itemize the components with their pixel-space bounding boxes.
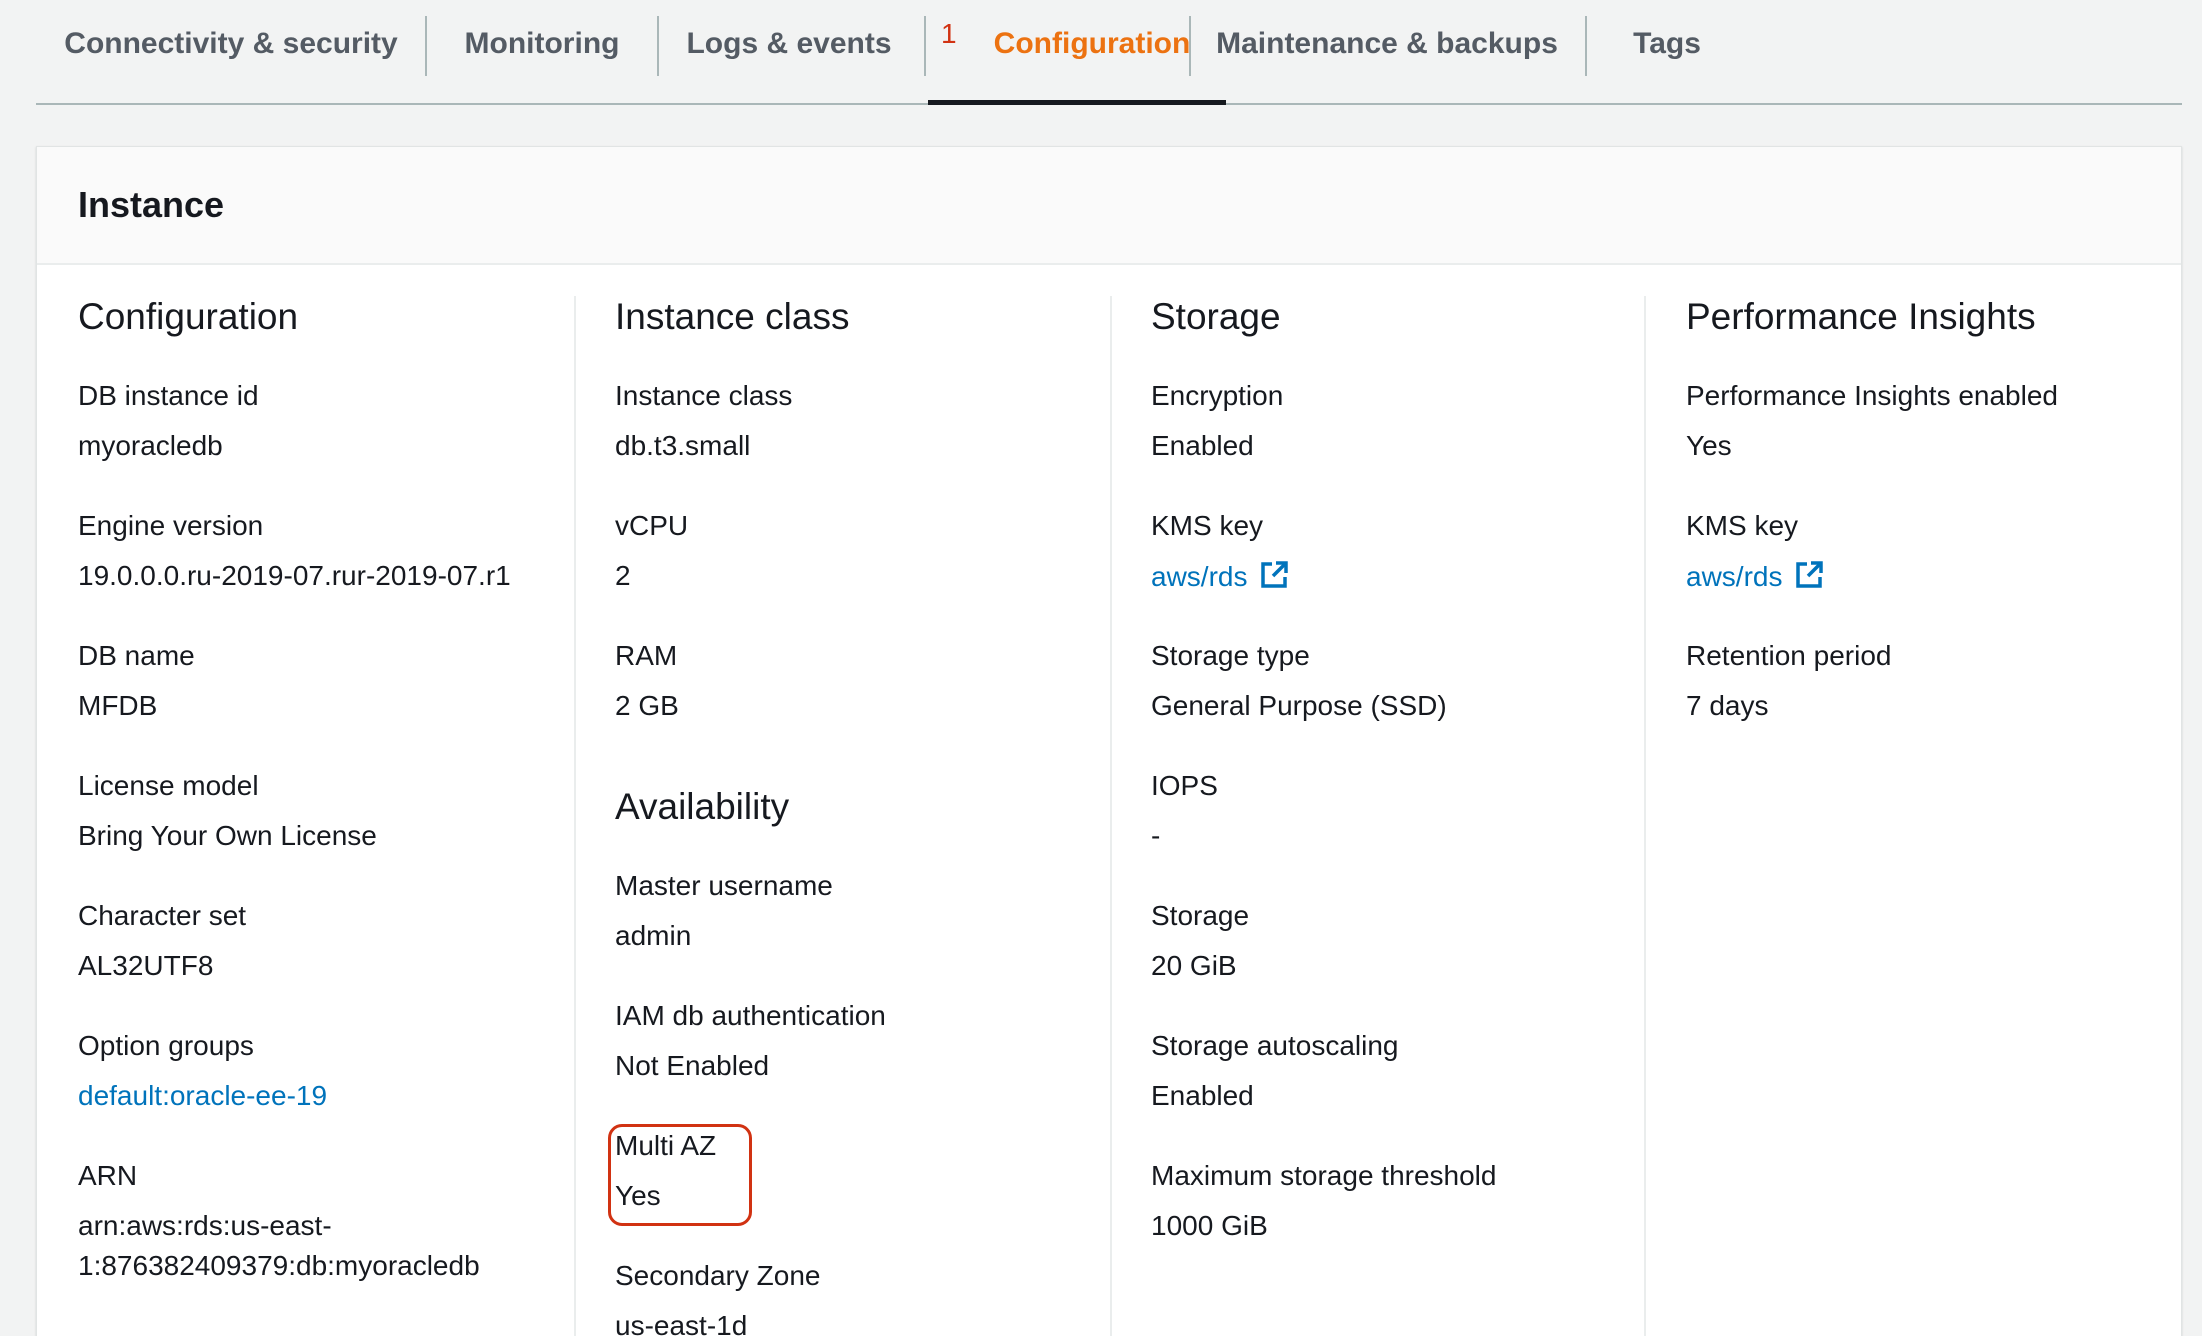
- iam-db-auth-label: IAM db authentication: [615, 1000, 886, 1031]
- character-set-value: AL32UTF8: [78, 950, 214, 981]
- storage-label: Storage: [1151, 900, 1250, 931]
- iam-db-auth-value: Not Enabled: [615, 1050, 770, 1081]
- instance-class-label: Instance class: [615, 380, 793, 411]
- storage-type-value: General Purpose (SSD): [1151, 690, 1447, 721]
- iops-value: -: [1151, 820, 1161, 851]
- tab-label: Monitoring: [464, 26, 620, 60]
- storage-type-label: Storage type: [1151, 640, 1310, 671]
- master-username-label: Master username: [615, 870, 833, 901]
- pi-enabled-label: Performance Insights enabled: [1686, 380, 2058, 411]
- tab-label: Maintenance & backups: [1216, 26, 1558, 60]
- arn-label: ARN: [78, 1160, 138, 1191]
- section-heading-instance-class: Instance class: [615, 296, 850, 337]
- multi-az-value: Yes: [615, 1180, 661, 1211]
- encryption-value: Enabled: [1151, 430, 1254, 461]
- column-divider: [1110, 296, 1112, 1336]
- column-divider: [1644, 296, 1646, 1336]
- pi-enabled-value: Yes: [1686, 430, 1732, 461]
- kms-key-row: aws/rds: [1151, 560, 1289, 597]
- ram-value: 2 GB: [615, 690, 679, 721]
- arn-value-line-2: 1:876382409379:db:myoracledb: [78, 1250, 480, 1281]
- storage-value: 20 GiB: [1151, 950, 1237, 981]
- pi-kms-key-link[interactable]: aws/rds: [1686, 561, 1782, 592]
- tab-maintenance-backups[interactable]: Maintenance & backups: [1191, 0, 1583, 103]
- tab-connectivity-security[interactable]: Connectivity & security: [36, 0, 426, 103]
- ram-label: RAM: [615, 640, 678, 671]
- column-divider: [574, 296, 576, 1336]
- external-link-icon[interactable]: [1259, 560, 1289, 597]
- tab-monitoring[interactable]: Monitoring: [427, 0, 657, 103]
- tab-logs-events[interactable]: Logs & events: [659, 0, 919, 103]
- tab-label: Configuration: [993, 26, 1191, 60]
- option-groups-label: Option groups: [78, 1030, 254, 1061]
- engine-version-label: Engine version: [78, 510, 264, 541]
- storage-autoscaling-value: Enabled: [1151, 1080, 1254, 1111]
- vcpu-label: vCPU: [615, 510, 689, 541]
- max-storage-threshold-label: Maximum storage threshold: [1151, 1160, 1497, 1191]
- multi-az-label: Multi AZ: [615, 1130, 717, 1161]
- db-instance-id-label: DB instance id: [78, 380, 259, 411]
- character-set-label: Character set: [78, 900, 247, 931]
- instance-class-value: db.t3.small: [615, 430, 751, 461]
- kms-key-label: KMS key: [1151, 510, 1264, 541]
- section-heading-configuration: Configuration: [78, 296, 299, 337]
- tab-configuration[interactable]: Configuration: [928, 0, 1226, 105]
- retention-period-label: Retention period: [1686, 640, 1892, 671]
- storage-autoscaling-label: Storage autoscaling: [1151, 1030, 1399, 1061]
- option-groups-link[interactable]: default:oracle-ee-19: [78, 1080, 327, 1112]
- master-username-value: admin: [615, 920, 692, 951]
- engine-version-value: 19.0.0.0.ru-2019-07.rur-2019-07.r1: [78, 560, 511, 591]
- license-model-label: License model: [78, 770, 259, 801]
- iops-label: IOPS: [1151, 770, 1218, 801]
- secondary-zone-value: us-east-1d: [615, 1310, 748, 1336]
- secondary-zone-label: Secondary Zone: [615, 1260, 821, 1291]
- tab-divider: [924, 16, 926, 76]
- encryption-label: Encryption: [1151, 380, 1284, 411]
- max-storage-threshold-value: 1000 GiB: [1151, 1210, 1268, 1241]
- pi-kms-key-row: aws/rds: [1686, 560, 1824, 597]
- tab-label: Logs & events: [686, 26, 892, 60]
- section-heading-availability: Availability: [615, 786, 790, 827]
- panel-header: Instance: [37, 147, 2181, 265]
- section-heading-storage: Storage: [1151, 296, 1281, 337]
- db-instance-id-value: myoracledb: [78, 430, 223, 461]
- kms-key-link[interactable]: aws/rds: [1151, 561, 1247, 592]
- tab-label: Connectivity & security: [64, 26, 398, 60]
- license-model-value: Bring Your Own License: [78, 820, 377, 851]
- tab-label: Tags: [1633, 26, 1701, 60]
- section-heading-performance-insights: Performance Insights: [1686, 296, 2036, 337]
- retention-period-value: 7 days: [1686, 690, 1769, 721]
- vcpu-value: 2: [615, 560, 631, 591]
- tab-bar: Connectivity & security Monitoring Logs …: [36, 0, 2182, 105]
- db-name-value: MFDB: [78, 690, 158, 721]
- external-link-icon[interactable]: [1794, 560, 1824, 597]
- tab-tags[interactable]: Tags: [1587, 0, 1747, 103]
- panel-title: Instance: [78, 184, 225, 225]
- arn-value-line-1: arn:aws:rds:us-east-: [78, 1210, 332, 1241]
- pi-kms-key-label: KMS key: [1686, 510, 1799, 541]
- db-name-label: DB name: [78, 640, 195, 671]
